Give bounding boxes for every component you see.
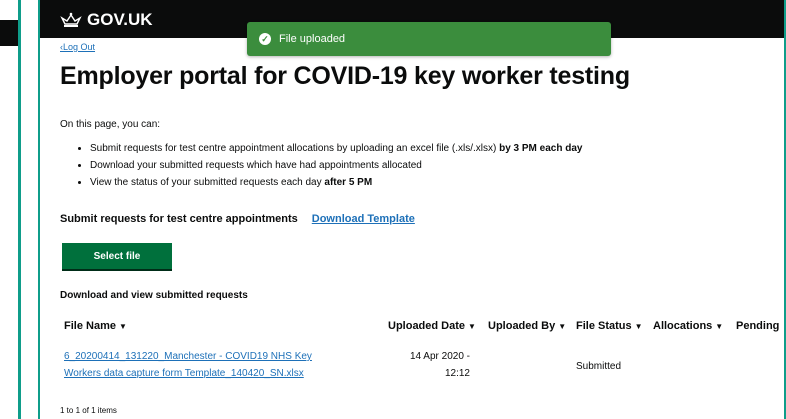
column-header-file-name[interactable]: File Name ▼ — [64, 320, 127, 332]
left-window-edge — [0, 0, 22, 419]
toast-message: File uploaded — [279, 33, 346, 45]
logo-text: GOV.UK — [87, 10, 153, 29]
left-window-border — [18, 0, 21, 419]
sort-caret-icon: ▼ — [468, 322, 476, 331]
file-name-link[interactable]: 6_20200414_131220_Manchester - COVID19 N… — [64, 348, 364, 382]
column-header-uploaded-by[interactable]: Uploaded By ▼ — [488, 320, 566, 332]
list-item: View the status of your submitted reques… — [90, 174, 582, 191]
govuk-logo[interactable]: GOV.UK — [60, 10, 153, 30]
sort-caret-icon: ▼ — [558, 322, 567, 331]
table-header: File Name ▼ Uploaded Date ▼ Uploaded By ▼ F… — [60, 320, 784, 340]
crown-icon — [60, 12, 82, 27]
left-window-header — [0, 20, 18, 46]
file-status-cell: Submitted — [576, 361, 622, 372]
sort-caret-icon: ▼ — [782, 322, 784, 331]
intro-text: On this page, you can: — [60, 119, 161, 130]
page-title: Employer portal for COVID-19 key worker … — [60, 62, 630, 90]
feature-list: Submit requests for test centre appointm… — [60, 140, 582, 191]
uploaded-date-cell: 14 Apr 2020 - 12:12 — [409, 351, 470, 379]
sort-caret-icon: ▼ — [634, 322, 643, 331]
list-item: Download your submitted requests which h… — [90, 157, 582, 174]
upload-toast: ✓ File uploaded — [247, 22, 611, 56]
list-item: Submit requests for test centre appointm… — [90, 140, 582, 157]
table-row: 6_20200414_131220_Manchester - COVID19 N… — [60, 348, 784, 388]
submit-label: Submit requests for test centre appointm… — [60, 213, 298, 225]
submit-section: Submit requests for test centre appointm… — [60, 213, 415, 225]
submitted-requests-heading: Download and view submitted requests — [60, 290, 248, 301]
check-circle-icon: ✓ — [259, 33, 271, 45]
browser-window: GOV.UK ‹Log Out ✓ File uploaded Employer… — [38, 0, 786, 419]
pagination-summary: 1 to 1 of 1 items — [60, 406, 117, 415]
download-template-link[interactable]: Download Template — [312, 213, 415, 225]
column-header-file-status[interactable]: File Status ▼ — [576, 320, 643, 332]
select-file-button[interactable]: Select file — [62, 243, 172, 269]
column-header-uploaded-date[interactable]: Uploaded Date ▼ — [388, 320, 476, 332]
sort-caret-icon: ▼ — [715, 322, 724, 331]
column-header-pending[interactable]: Pending▼ — [736, 320, 784, 332]
logout-link[interactable]: ‹Log Out — [60, 42, 95, 52]
sort-caret-icon: ▼ — [118, 322, 127, 331]
column-header-allocations[interactable]: Allocations ▼ — [653, 320, 723, 332]
logout-label: Log Out — [63, 42, 96, 52]
